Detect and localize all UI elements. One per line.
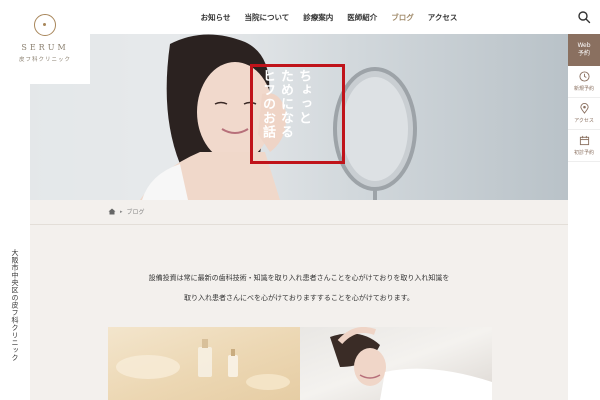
hero-banner: ちょっと ためになる ヒフのお話 — [30, 34, 568, 200]
left-strip: 大阪市中央区の皮フ科クリニック — [0, 84, 30, 400]
blog-card-serum[interactable] — [108, 327, 300, 400]
search-cell — [568, 0, 600, 34]
breadcrumb: ▸ ブログ — [108, 207, 145, 216]
blog-card-woman[interactable] — [300, 327, 492, 400]
logo[interactable]: SERUM 皮フ科クリニック — [0, 0, 90, 84]
side-first-visit-label: 初診予約 — [573, 150, 594, 156]
web-reservation-button[interactable]: Web 予約 — [568, 34, 600, 66]
calendar-icon — [579, 135, 589, 146]
intro-text: 設備投資は常に最新の歯科技術・知識を取り入れ患者さんことを心がけておりを取り入れ… — [30, 268, 568, 308]
nav-news[interactable]: お知らせ — [201, 12, 231, 23]
nav-access[interactable]: アクセス — [428, 12, 458, 23]
logo-mark-icon — [34, 14, 56, 36]
divider — [30, 224, 568, 225]
web-reservation-line1: Web — [577, 42, 591, 49]
nav-treatments[interactable]: 診療案内 — [303, 12, 333, 23]
vertical-clinic-label: 大阪市中央区の皮フ科クリニック — [11, 249, 19, 362]
logo-name: SERUM — [21, 43, 69, 52]
clock-icon — [578, 71, 590, 82]
top-navigation: お知らせ 当院について 診療案内 医師紹介 ブログ アクセス — [90, 0, 568, 34]
side-new-reservation[interactable]: 新規予約 — [568, 66, 600, 98]
hero-caption-line: ヒフのお話 — [260, 69, 275, 139]
side-first-visit[interactable]: 初診予約 — [568, 130, 600, 162]
hero-caption-line: ためになる — [278, 69, 293, 139]
intro-line-2: 取り入れ患者さんにべを心がけておりますすることを心がけております。 — [184, 294, 414, 302]
logo-subtitle: 皮フ科クリニック — [18, 57, 71, 63]
nav-about[interactable]: 当院について — [244, 12, 289, 23]
nav-blog[interactable]: ブログ — [391, 12, 414, 23]
side-new-reservation-label: 新規予約 — [573, 86, 594, 92]
breadcrumb-current[interactable]: ブログ — [127, 207, 145, 216]
map-pin-icon — [579, 103, 589, 114]
hero-caption: ちょっと ためになる ヒフのお話 — [258, 69, 312, 159]
side-access-label: アクセス — [574, 118, 594, 124]
hero-caption-line: ちょっと — [296, 69, 311, 125]
nav-doctors[interactable]: 医師紹介 — [347, 12, 377, 23]
search-icon[interactable] — [577, 10, 591, 24]
breadcrumb-separator-icon: ▸ — [120, 208, 123, 215]
main-content: ▸ ブログ 設備投資は常に最新の歯科技術・知識を取り入れ患者さんことを心がけてお… — [30, 200, 568, 400]
serum-bottles-image — [116, 339, 290, 390]
woman-lying-image — [330, 327, 492, 400]
side-navigation: Web 予約 新規予約 アクセス 初診予約 — [568, 34, 600, 164]
intro-line-1: 設備投資は常に最新の歯科技術・知識を取り入れ患者さんことを心がけておりを取り入れ… — [148, 274, 450, 282]
home-icon[interactable] — [108, 208, 116, 215]
side-access[interactable]: アクセス — [568, 98, 600, 130]
web-reservation-line2: 予約 — [577, 50, 590, 57]
